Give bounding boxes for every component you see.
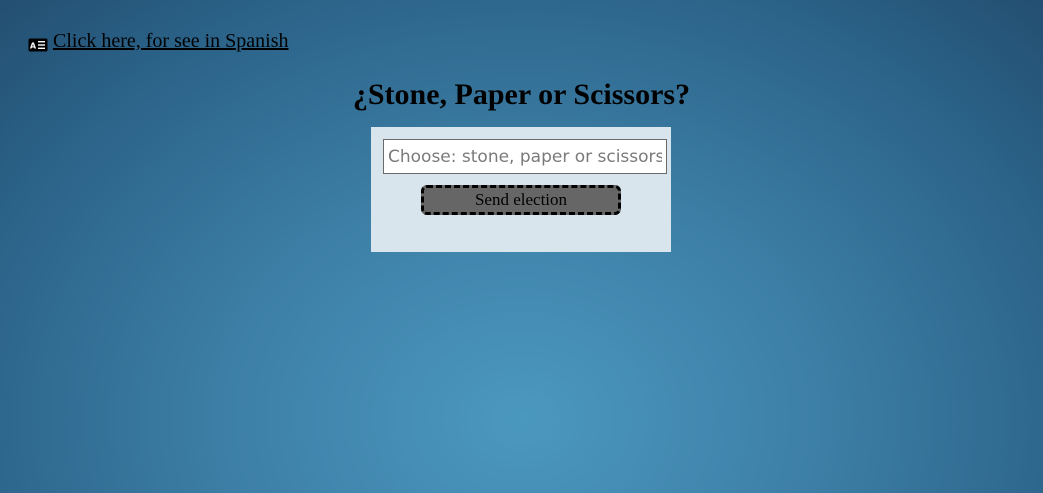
send-election-button[interactable]: Send election	[421, 185, 621, 215]
svg-text:A: A	[30, 41, 37, 50]
spanish-language-link[interactable]: A Click here, for see in Spanish	[28, 30, 289, 53]
language-icon: A	[28, 35, 48, 51]
page-title: ¿Stone, Paper or Scissors?	[352, 78, 691, 111]
choice-input[interactable]	[383, 139, 667, 174]
spanish-language-link-text[interactable]: Click here, for see in Spanish	[53, 30, 289, 53]
game-panel: Send election	[371, 127, 671, 252]
